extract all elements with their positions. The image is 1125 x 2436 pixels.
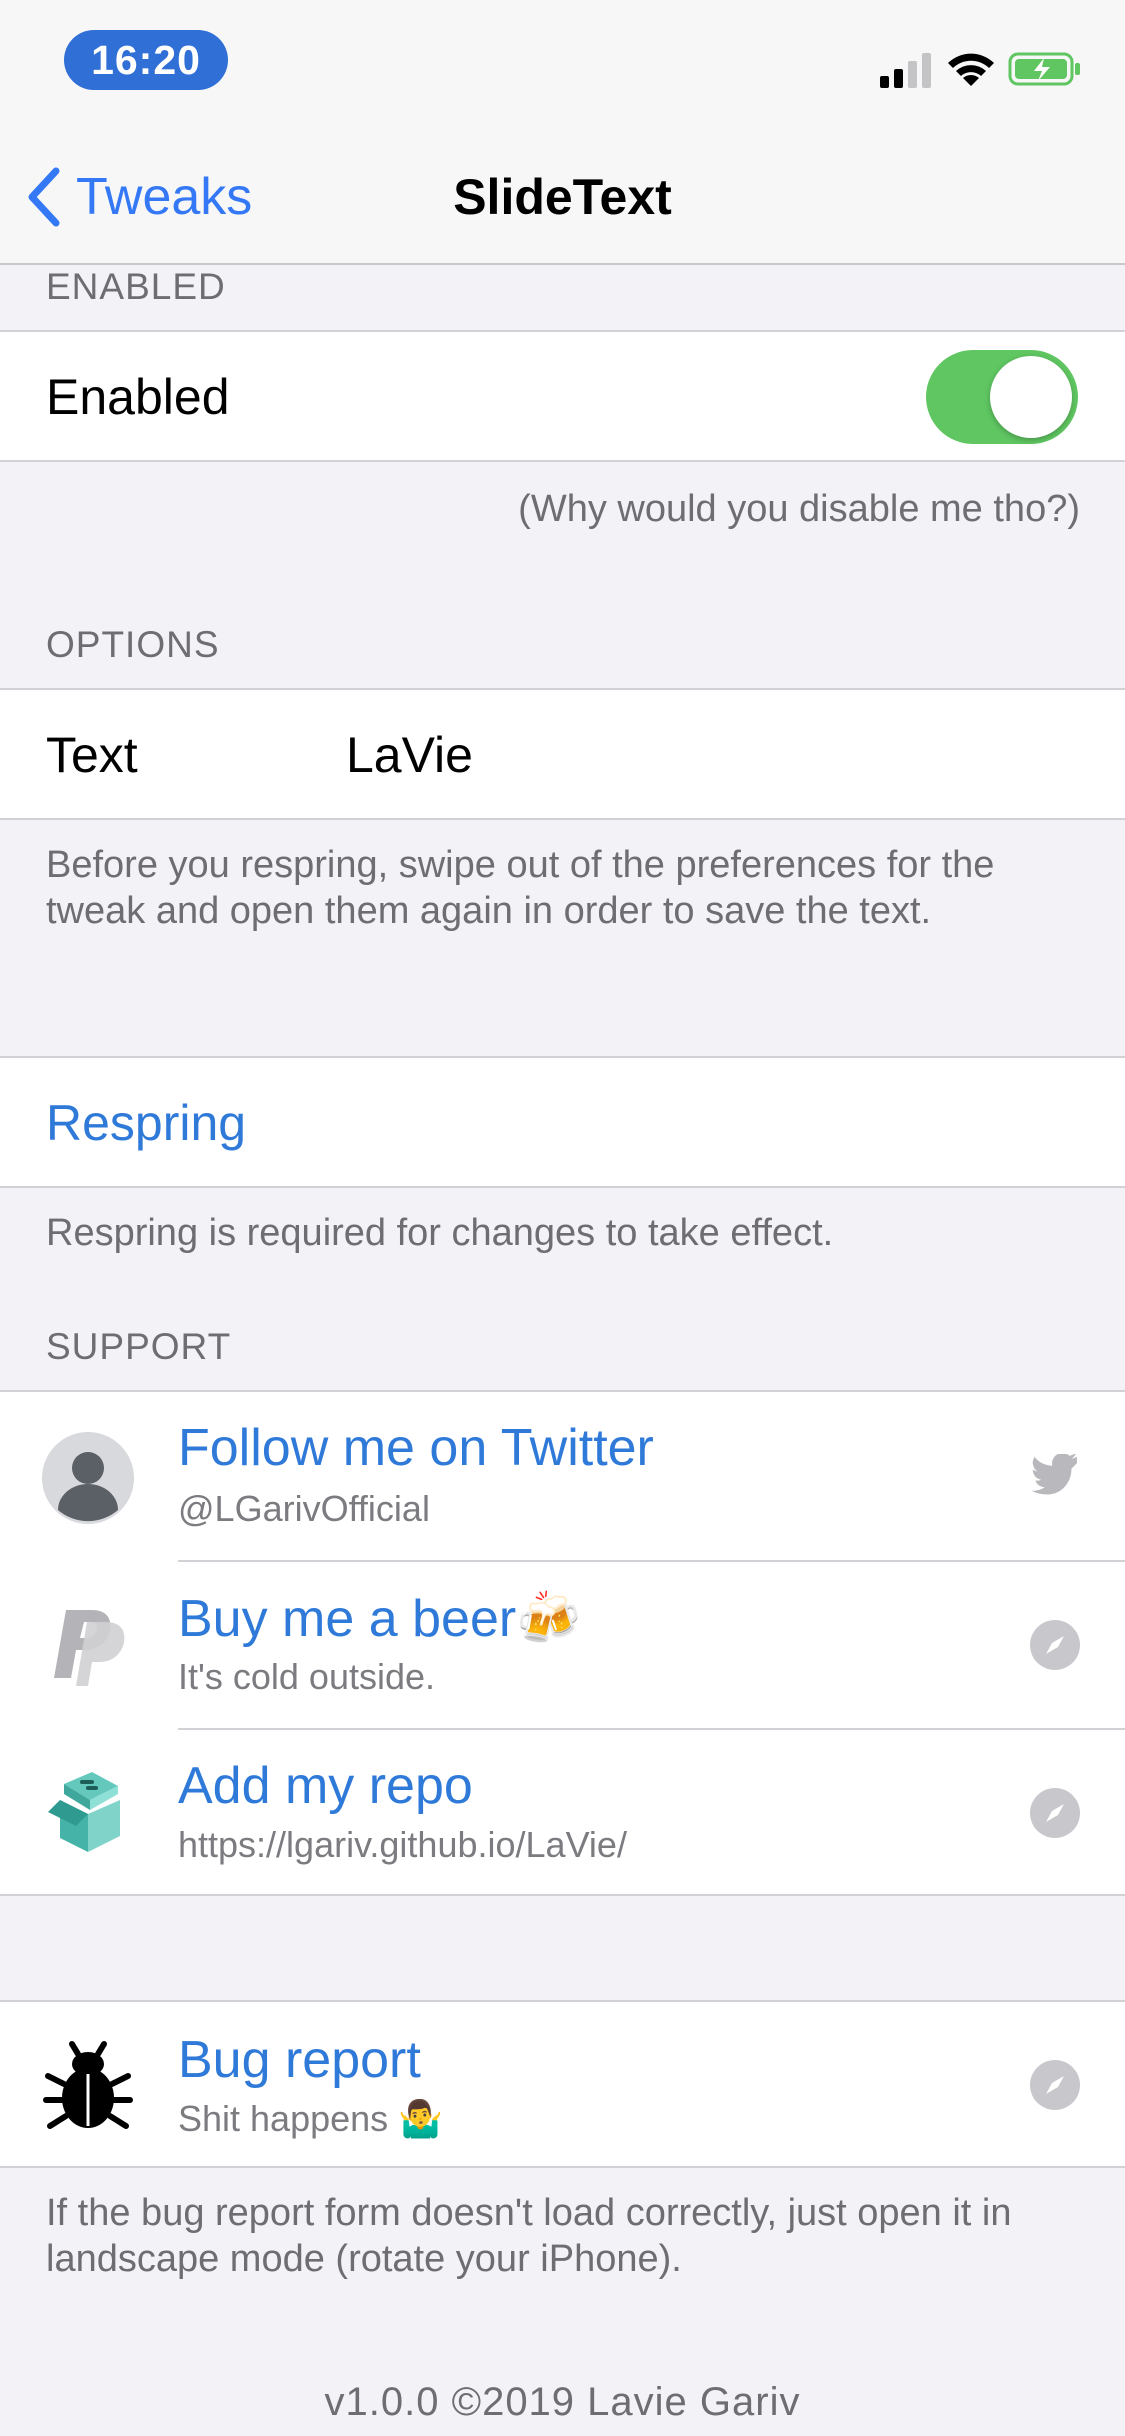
paypal-icon xyxy=(54,1610,125,1686)
battery-charging-icon xyxy=(1008,52,1080,86)
respring-label: Respring xyxy=(46,1095,247,1151)
support-row-beer[interactable]: Buy me a beer🍻 It's cold outside. xyxy=(0,1562,1125,1728)
support-row-subtitle: https://lgariv.github.io/LaVie/ xyxy=(178,1824,627,1865)
status-bar: 16:20 xyxy=(0,0,1125,132)
support-row-title: Add my repo xyxy=(178,1757,473,1815)
enabled-cell: Enabled xyxy=(0,330,1125,462)
support-row-twitter[interactable]: Follow me on Twitter @LGarivOfficial xyxy=(0,1392,1125,1560)
package-box-icon xyxy=(48,1772,120,1852)
enabled-label: Enabled xyxy=(46,369,230,425)
options-footer: Before you respring, swipe out of the pr… xyxy=(46,844,995,932)
section-header-enabled: ENABLED xyxy=(46,266,226,307)
safari-compass-icon xyxy=(1030,1788,1080,1838)
bug-report-row[interactable]: Bug report Shit happens 🤷‍♂️ xyxy=(0,2000,1125,2168)
enabled-footer: (Why would you disable me tho?) xyxy=(518,488,1080,530)
cellular-signal-icon xyxy=(880,53,931,88)
navigation-bar: Tweaks SlideText xyxy=(0,132,1125,265)
text-option-input[interactable]: LaVie xyxy=(346,726,473,784)
status-time: 16:20 xyxy=(64,30,228,90)
toggle-knob xyxy=(990,356,1072,438)
respring-button[interactable]: Respring xyxy=(0,1056,1125,1188)
support-row-subtitle: @LGarivOfficial xyxy=(178,1488,430,1529)
enabled-toggle[interactable] xyxy=(926,350,1078,444)
text-option-cell: Text LaVie xyxy=(0,688,1125,820)
avatar-icon xyxy=(42,1432,134,1524)
twitter-icon xyxy=(1031,1454,1077,1495)
safari-compass-icon xyxy=(1030,2060,1080,2110)
bug-icon xyxy=(43,2041,133,2129)
safari-compass-icon xyxy=(1030,1620,1080,1670)
support-row-title: Follow me on Twitter xyxy=(178,1419,654,1477)
wifi-icon xyxy=(948,53,994,86)
respring-footer: Respring is required for changes to take… xyxy=(46,1212,834,1254)
bug-report-footer: If the bug report form doesn't load corr… xyxy=(46,2192,1012,2280)
support-row-repo[interactable]: Add my repo https://lgariv.github.io/LaV… xyxy=(0,1730,1125,1896)
section-header-support: SUPPORT xyxy=(46,1326,232,1367)
support-row-title: Buy me a beer🍻 xyxy=(178,1590,581,1648)
bug-report-subtitle: Shit happens 🤷‍♂️ xyxy=(178,2098,443,2139)
section-header-options: OPTIONS xyxy=(46,624,220,665)
support-row-subtitle: It's cold outside. xyxy=(178,1656,436,1697)
version-label: v1.0.0 ©2019 Lavie Gariv xyxy=(324,2380,801,2424)
text-option-label: Text xyxy=(46,727,138,783)
support-group: Follow me on Twitter @LGarivOfficial Buy… xyxy=(0,1390,1125,1896)
bug-report-title: Bug report xyxy=(178,2031,421,2089)
page-title: SlideText xyxy=(453,169,672,225)
